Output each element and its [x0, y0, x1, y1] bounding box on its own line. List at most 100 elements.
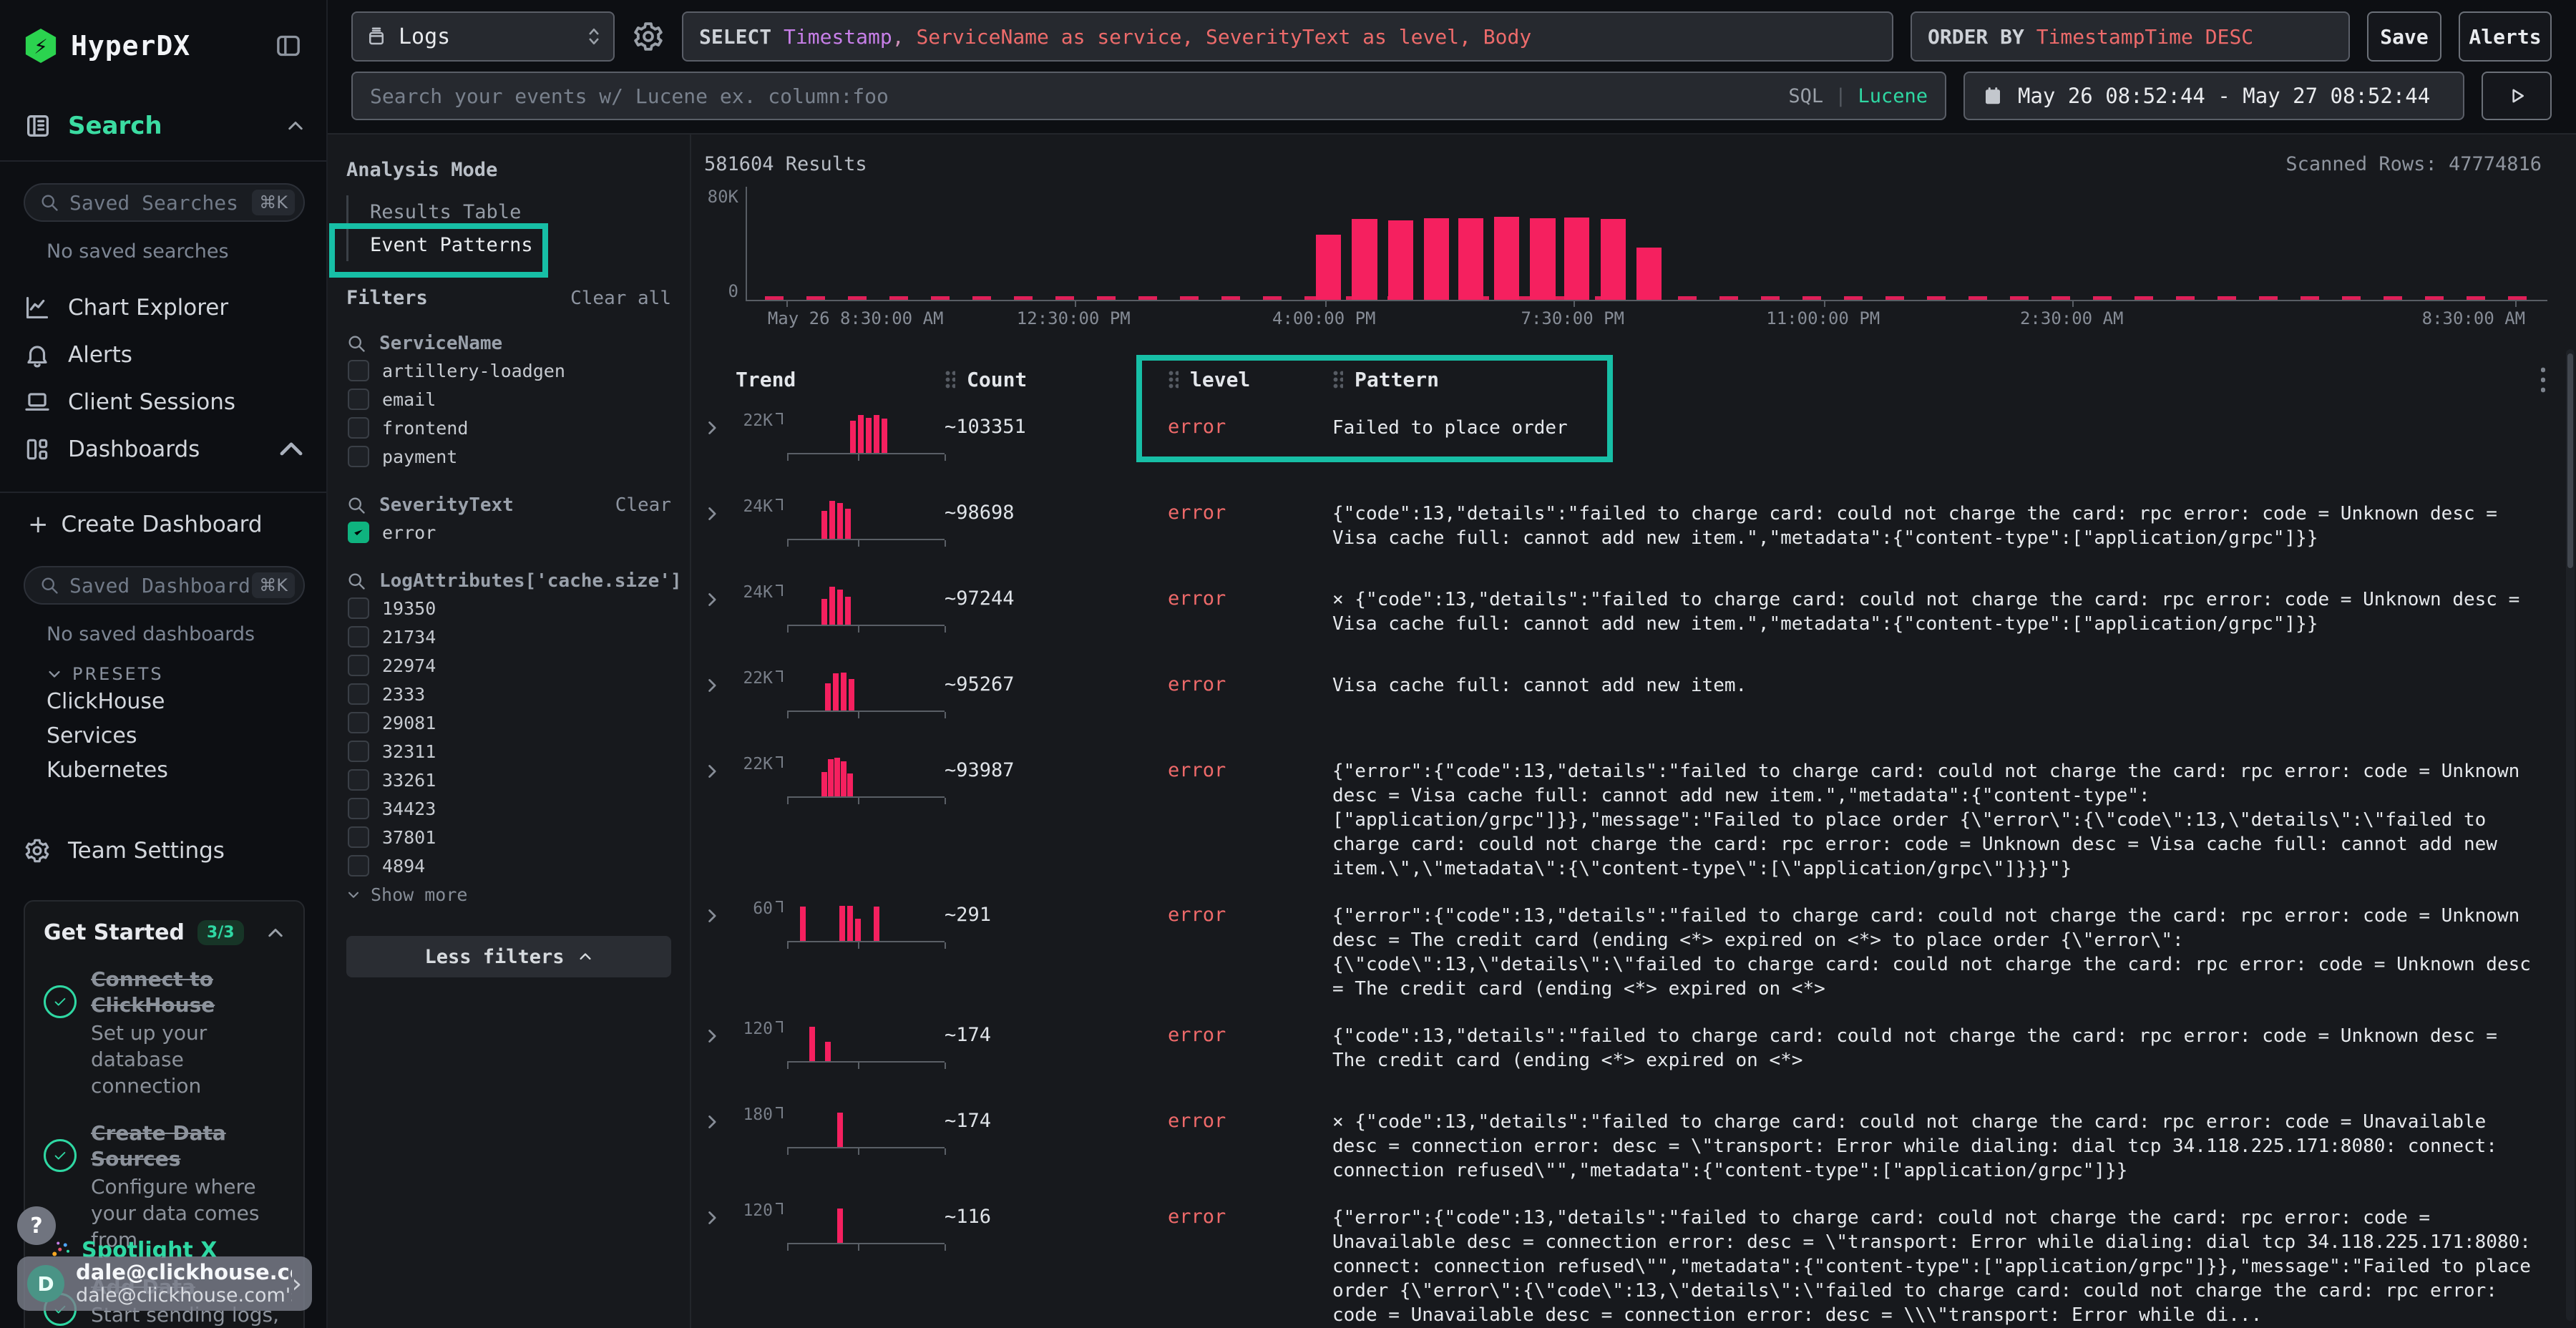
checkbox[interactable] [348, 389, 369, 410]
order-by-input[interactable]: ORDER BY TimestampTime DESC [1911, 11, 2350, 62]
date-range-picker[interactable]: May 26 08:52:44 - May 27 08:52:44 [1963, 72, 2464, 120]
get-started-step[interactable]: Connect to ClickHouse Set up your databa… [44, 967, 285, 1099]
checkbox[interactable] [348, 855, 369, 877]
sidebar-item-dashboards[interactable]: Dashboards [24, 426, 305, 473]
chevron-up-icon[interactable] [286, 119, 305, 132]
create-dashboard-button[interactable]: + Create Dashboard [24, 504, 305, 545]
filter-option[interactable]: 4894 [346, 851, 671, 880]
filter-option[interactable]: payment [346, 442, 671, 471]
filter-option[interactable]: 32311 [346, 737, 671, 766]
filter-option[interactable]: 29081 [346, 708, 671, 737]
filter-option[interactable]: artillery-loadgen [346, 356, 671, 385]
checkbox[interactable] [348, 712, 369, 733]
header-count[interactable]: Count [945, 368, 1168, 391]
checkbox-checked[interactable] [348, 522, 369, 543]
run-query-button[interactable] [2482, 72, 2552, 120]
expand-chevron-icon[interactable] [704, 753, 736, 779]
checkbox[interactable] [348, 626, 369, 648]
get-started-header[interactable]: Get Started 3/3 [44, 920, 285, 945]
saved-dashboards-input[interactable] [69, 574, 252, 597]
drag-handle-icon[interactable] [1168, 370, 1179, 389]
expand-chevron-icon[interactable] [704, 1018, 736, 1044]
select-query-input[interactable]: SELECT Timestamp, ServiceName as service… [682, 11, 1893, 62]
expand-chevron-icon[interactable] [704, 1200, 736, 1226]
table-row[interactable]: 22K~93987error{"error":{"code":13,"detai… [704, 753, 2557, 881]
drag-handle-icon[interactable] [1332, 370, 1343, 389]
mode-event-patterns[interactable]: Event Patterns [348, 228, 671, 261]
filter-option[interactable]: 33261 [346, 766, 671, 794]
sql-toggle[interactable]: SQL [1788, 85, 1823, 107]
expand-chevron-icon[interactable] [704, 898, 736, 924]
mode-results-table[interactable]: Results Table [348, 195, 671, 228]
saved-searches-input[interactable] [69, 191, 252, 215]
checkbox[interactable] [348, 655, 369, 676]
table-row[interactable]: 22K~95267errorVisa cache full: cannot ad… [704, 668, 2557, 736]
checkbox[interactable] [348, 446, 369, 467]
clear-all-link[interactable]: Clear all [570, 288, 671, 309]
show-more-link[interactable]: Show more [346, 880, 671, 909]
checkbox[interactable] [348, 360, 369, 381]
checkbox[interactable] [348, 683, 369, 705]
sidebar-item-clickhouse[interactable]: ClickHouse [47, 684, 305, 718]
table-row[interactable]: 120~116error{"error":{"code":13,"details… [704, 1200, 2557, 1327]
source-select[interactable]: Logs [351, 11, 615, 62]
chevron-up-icon[interactable] [278, 436, 305, 463]
filter-option[interactable]: email [346, 385, 671, 414]
clear-filter-link[interactable]: Clear [615, 494, 671, 516]
saved-dashboards-search[interactable]: ⌘K [24, 566, 305, 605]
less-filters-button[interactable]: Less filters [346, 936, 671, 977]
header-trend[interactable]: Trend [736, 368, 945, 391]
checkbox[interactable] [348, 417, 369, 439]
source-settings-gear-icon[interactable] [632, 20, 665, 53]
event-search-box[interactable]: SQL | Lucene [351, 72, 1946, 120]
checkbox[interactable] [348, 798, 369, 819]
expand-chevron-icon[interactable] [704, 496, 736, 522]
checkbox[interactable] [348, 769, 369, 791]
histogram-plot[interactable] [746, 187, 2547, 301]
sidebar-item-chart-explorer[interactable]: Chart Explorer [24, 284, 305, 331]
lucene-toggle[interactable]: Lucene [1858, 85, 1928, 107]
sidebar-item-search[interactable]: Search [24, 110, 305, 142]
sidebar-item-team-settings[interactable]: Team Settings [24, 834, 305, 867]
filter-option[interactable]: 21734 [346, 622, 671, 651]
table-row[interactable]: 180~174error× {"code":13,"details":"fail… [704, 1104, 2557, 1183]
event-search-input[interactable] [370, 84, 1777, 108]
expand-chevron-icon[interactable] [704, 582, 736, 607]
drag-handle-icon[interactable] [945, 370, 955, 389]
table-row[interactable]: 22K~103351errorFailed to place order [704, 410, 2557, 479]
table-menu-kebab-icon[interactable] [2529, 365, 2557, 394]
scrollbar-thumb[interactable] [2567, 353, 2573, 568]
sidebar-item-client-sessions[interactable]: Client Sessions [24, 379, 305, 426]
expand-chevron-icon[interactable] [704, 1104, 736, 1130]
table-row[interactable]: 120~174error{"code":13,"details":"failed… [704, 1018, 2557, 1087]
alerts-button[interactable]: Alerts [2459, 11, 2552, 62]
table-row[interactable]: 60~291error{"error":{"code":13,"details"… [704, 898, 2557, 1001]
filter-option[interactable]: frontend [346, 414, 671, 442]
user-menu[interactable]: D dale@clickhouse.com dale@clickhouse.co… [17, 1256, 312, 1311]
checkbox[interactable] [348, 741, 369, 762]
get-started-step[interactable]: Create Data Sources Configure where your… [44, 1120, 285, 1253]
saved-searches-search[interactable]: ⌘K [24, 183, 305, 222]
expand-chevron-icon[interactable] [704, 668, 736, 693]
filter-option[interactable]: error [346, 518, 671, 547]
sidebar-item-kubernetes[interactable]: Kubernetes [47, 753, 305, 787]
collapse-sidebar-icon[interactable] [272, 31, 305, 60]
header-pattern[interactable]: Pattern [1332, 368, 2529, 391]
expand-chevron-icon[interactable] [704, 410, 736, 436]
filter-option[interactable]: 2333 [346, 680, 671, 708]
filter-option[interactable]: 19350 [346, 594, 671, 622]
table-row[interactable]: 24K~98698error{"code":13,"details":"fail… [704, 496, 2557, 565]
checkbox[interactable] [348, 826, 369, 848]
filter-option[interactable]: 37801 [346, 823, 671, 851]
query-language-toggle[interactable]: SQL | Lucene [1788, 85, 1928, 107]
presets-toggle[interactable]: PRESETS [47, 664, 305, 684]
sidebar-item-alerts[interactable]: Alerts [24, 331, 305, 379]
chevron-up-icon[interactable] [266, 927, 285, 939]
save-button[interactable]: Save [2367, 11, 2441, 62]
filter-option[interactable]: 34423 [346, 794, 671, 823]
sidebar-item-services[interactable]: Services [47, 718, 305, 753]
help-button[interactable]: ? [17, 1206, 56, 1245]
table-row[interactable]: 24K~97244error× {"code":13,"details":"fa… [704, 582, 2557, 650]
results-histogram[interactable]: 80K 0 [704, 187, 2557, 301]
checkbox[interactable] [348, 597, 369, 619]
